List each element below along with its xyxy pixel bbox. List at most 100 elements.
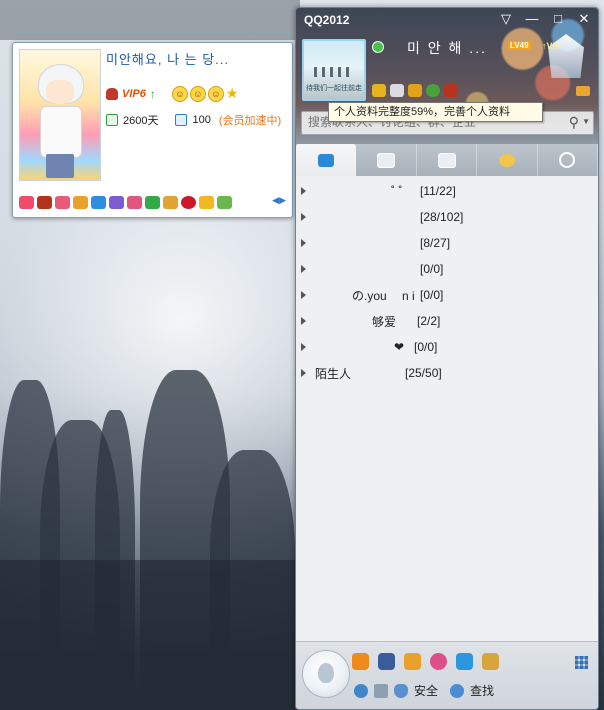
clock-icon	[106, 114, 118, 126]
expand-arrow-icon	[301, 317, 306, 325]
main-tabs	[296, 144, 598, 176]
star-icon[interactable]	[372, 84, 386, 97]
window-controls: ▽ — □ ✕	[498, 11, 592, 27]
clover-icon	[498, 153, 515, 167]
smiley-icon: ☺	[171, 86, 188, 102]
heart-icon[interactable]	[181, 195, 196, 209]
shield-icon[interactable]	[394, 683, 408, 698]
qq-show-icon[interactable]	[37, 195, 52, 209]
user-nickname[interactable]: 미 안 해 ...	[407, 38, 487, 58]
recent-icon	[559, 152, 576, 168]
tab-discussion[interactable]	[417, 144, 478, 176]
stats-row: 2600天 100 (会员加速中)	[106, 112, 281, 128]
tab-qzone[interactable]	[477, 144, 538, 176]
gem-icon[interactable]	[91, 195, 106, 209]
gem-icon[interactable]	[73, 195, 88, 209]
close-button[interactable]: ✕	[576, 11, 592, 27]
level-icon	[175, 114, 188, 126]
speaker-icon[interactable]	[374, 683, 388, 698]
message-box-icon[interactable]	[576, 86, 590, 96]
level-value: 100	[192, 114, 211, 126]
security-button[interactable]: 安全	[414, 682, 438, 699]
service-icon-bar	[19, 193, 287, 211]
star-icon[interactable]	[199, 195, 214, 209]
vip-badge[interactable]: VIP6	[122, 88, 146, 100]
gem-icon[interactable]	[109, 195, 124, 209]
search-icon[interactable]: ⚲	[569, 114, 579, 131]
contacts-icon	[317, 153, 334, 167]
qq-game-icon[interactable]	[352, 653, 369, 670]
app-shortcuts	[352, 653, 499, 670]
group-chat-icon	[377, 152, 396, 168]
profile-avatar[interactable]	[19, 49, 101, 181]
qq-browser-icon[interactable]	[456, 653, 473, 670]
header: QQ2012 ▽ — □ ✕ 待我们一起往前走 미 안 해 ... LV49 ↑…	[296, 8, 598, 144]
maximize-button[interactable]: □	[550, 11, 566, 27]
group-item[interactable]: ❤ [0/0]	[296, 334, 598, 360]
icon-bar-nav[interactable]: ◀▶	[272, 195, 286, 206]
window-title: QQ2012	[304, 13, 350, 27]
vip-badge[interactable]: ↑VIP	[542, 41, 561, 51]
online-status-icon[interactable]	[372, 41, 384, 53]
qq-live-icon[interactable]	[430, 653, 447, 670]
status-icons	[372, 84, 458, 97]
main-menu-button[interactable]	[302, 650, 350, 698]
level-badge[interactable]: LV49	[508, 41, 531, 50]
arrow-up-icon: ↑	[149, 87, 156, 101]
smiley-icon: ☺	[189, 86, 206, 102]
mail-icon[interactable]	[390, 84, 404, 97]
expand-arrow-icon	[301, 291, 306, 299]
qq-penguin-icon	[318, 663, 334, 683]
gem-icon[interactable]	[145, 195, 160, 209]
expand-arrow-icon	[301, 239, 306, 247]
group-item[interactable]: [28/102]	[296, 204, 598, 230]
expand-arrow-icon	[301, 343, 306, 351]
smiley-icon: ☺	[207, 86, 224, 102]
tool-row: 安全 查找	[354, 682, 500, 699]
chevron-down-icon[interactable]: ▼	[582, 117, 590, 126]
help-icon[interactable]	[482, 653, 499, 670]
heart-icon[interactable]	[19, 195, 34, 209]
group-item[interactable]: の.you n i [0/0]	[296, 282, 598, 308]
online-days: 2600天	[123, 115, 159, 127]
gem-icon[interactable]	[127, 195, 142, 209]
expand-arrow-icon	[301, 213, 306, 221]
group-item[interactable]: [8/27]	[296, 230, 598, 256]
vip-row: VIP6 ↑ ☺ ☺ ☺ ★	[106, 86, 238, 102]
wallet-icon[interactable]	[408, 84, 422, 97]
group-item[interactable]: [0/0]	[296, 256, 598, 282]
group-item[interactable]: 够爱 [2/2]	[296, 308, 598, 334]
gear-icon[interactable]	[354, 683, 368, 698]
gem-icon[interactable]	[55, 195, 70, 209]
skin-button[interactable]: ▽	[498, 11, 514, 27]
avatar-caption: 待我们一起往前走	[306, 85, 362, 92]
expand-arrow-icon	[301, 187, 306, 195]
profile-card: 미안해요, 나 는 당... VIP6 ↑ ☺ ☺ ☺ ★ 2600天 100 …	[12, 42, 293, 218]
profile-completeness-tooltip: 个人资料完整度59%，完善个人资料	[328, 102, 543, 122]
group-item[interactable]: ˚ ˚ [11/22]	[296, 178, 598, 204]
qq-pet-icon[interactable]	[378, 653, 395, 670]
qq-music-icon[interactable]	[404, 653, 421, 670]
tab-contacts[interactable]	[296, 144, 357, 176]
expand-arrow-icon	[301, 369, 306, 377]
profile-nickname: 미안해요, 나 는 당...	[106, 52, 230, 67]
tab-recent[interactable]	[538, 144, 598, 176]
app-manager-icon[interactable]	[575, 656, 588, 669]
qq-show-icon[interactable]	[444, 84, 458, 97]
bottom-toolbar: 安全 查找	[296, 641, 598, 709]
expand-arrow-icon	[301, 265, 306, 273]
accel-link[interactable]: (会员加速中)	[219, 112, 281, 128]
gem-icon[interactable]	[217, 195, 232, 209]
search-icon[interactable]	[450, 683, 465, 698]
minimize-button[interactable]: —	[524, 11, 540, 27]
discussion-icon	[437, 152, 456, 168]
find-button[interactable]: 查找	[470, 682, 494, 699]
tab-groups[interactable]	[356, 144, 417, 176]
contact-group-list: ˚ ˚ [11/22] [28/102] [8/27] [0/0] の.you n…	[296, 178, 598, 386]
user-avatar[interactable]: 待我们一起往前走	[302, 39, 366, 101]
gift-icon[interactable]	[163, 195, 178, 209]
group-item[interactable]: 陌生人 [25/50]	[296, 360, 598, 386]
qq-penguin-icon	[106, 88, 118, 100]
money-icon[interactable]	[426, 84, 440, 97]
star-icon: ★	[225, 85, 239, 101]
